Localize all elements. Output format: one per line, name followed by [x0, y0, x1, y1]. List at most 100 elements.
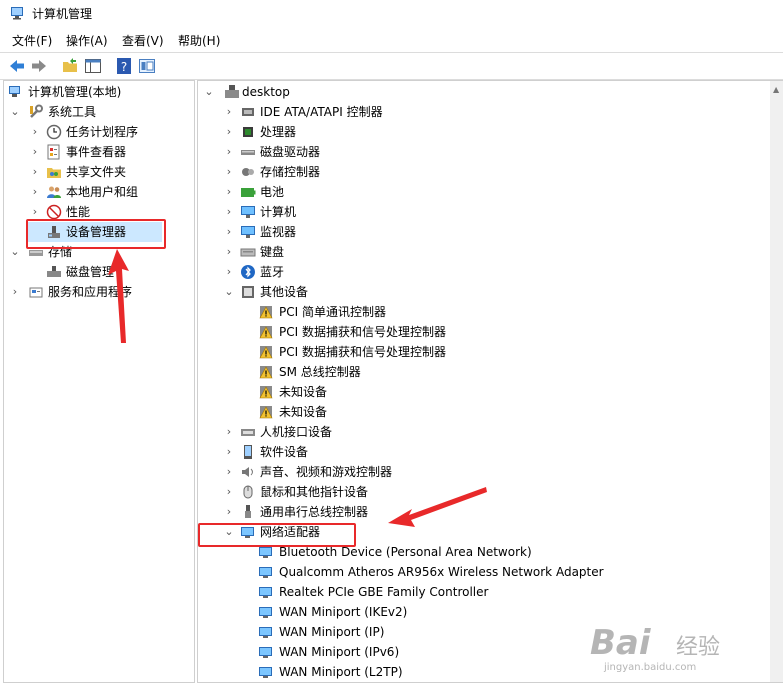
- chevron-right-icon[interactable]: ›: [30, 162, 40, 182]
- chevron-right-icon[interactable]: ›: [224, 502, 234, 522]
- performance-icon: [46, 204, 62, 220]
- category-processor[interactable]: › 处理器: [198, 122, 768, 142]
- software-device-icon: [244, 445, 252, 459]
- network-adapter-icon: [259, 647, 272, 658]
- network-adapter-icon: [259, 667, 272, 678]
- chevron-right-icon[interactable]: ›: [224, 222, 234, 242]
- tree-root-computer-management[interactable]: 计算机管理(本地): [4, 82, 192, 102]
- window-title: 计算机管理: [32, 7, 93, 21]
- battery-icon: [241, 188, 256, 197]
- chevron-right-icon[interactable]: ›: [224, 262, 234, 282]
- chevron-down-icon[interactable]: ⌄: [10, 102, 20, 122]
- monitor-icon: [241, 226, 255, 238]
- bluetooth-icon: [241, 265, 255, 279]
- usb-icon: [245, 505, 251, 518]
- chevron-right-icon[interactable]: ›: [224, 462, 234, 482]
- device-tree-root[interactable]: ⌄ desktop: [198, 82, 768, 102]
- speaker-icon: [242, 467, 253, 477]
- watermark-logo: Bai: [590, 623, 651, 663]
- processor-icon: [243, 127, 253, 137]
- disk-drive-icon: [241, 150, 255, 155]
- chevron-right-icon[interactable]: ›: [30, 182, 40, 202]
- chevron-right-icon[interactable]: ›: [224, 442, 234, 462]
- computer-icon: [241, 206, 255, 218]
- disk-management-icon: [47, 266, 61, 277]
- back-arrow-icon[interactable]: [8, 57, 26, 75]
- properties-pane-icon[interactable]: [138, 57, 156, 75]
- category-computer[interactable]: › 计算机: [198, 202, 768, 222]
- tree-item-event-viewer[interactable]: › 事件查看器: [4, 142, 192, 162]
- chevron-right-icon[interactable]: ›: [224, 202, 234, 222]
- computer-management-icon: [11, 7, 23, 20]
- chevron-down-icon[interactable]: ⌄: [224, 282, 234, 302]
- chevron-right-icon[interactable]: ›: [224, 242, 234, 262]
- network-adapter-icon: [259, 627, 272, 638]
- annotation-arrow-left: [388, 487, 487, 527]
- category-sound-video-game[interactable]: › 声音、视频和游戏控制器: [198, 462, 768, 482]
- device-item[interactable]: 未知设备: [198, 382, 768, 402]
- annotation-highlight-network-adapters: [198, 523, 356, 547]
- category-ide-controller[interactable]: › IDE ATA/ATAPI 控制器: [198, 102, 768, 122]
- clock-icon: [46, 124, 62, 140]
- annotation-arrow-up: [108, 249, 129, 343]
- chevron-right-icon[interactable]: ›: [30, 122, 40, 142]
- network-adapter-item[interactable]: WAN Miniport (IKEv2): [198, 602, 768, 622]
- chevron-right-icon[interactable]: ›: [224, 162, 234, 182]
- vertical-scrollbar[interactable]: ▲: [770, 81, 783, 682]
- keyboard-icon: [240, 248, 256, 257]
- scroll-up-icon[interactable]: ▲: [773, 85, 779, 94]
- event-viewer-icon: [47, 144, 60, 160]
- services-icon: [29, 287, 43, 298]
- category-hid[interactable]: › 人机接口设备: [198, 422, 768, 442]
- network-adapter-item[interactable]: Realtek PCIe GBE Family Controller: [198, 582, 768, 602]
- chevron-down-icon[interactable]: ⌄: [10, 242, 20, 262]
- forward-arrow-icon[interactable]: [30, 57, 48, 75]
- menu-file[interactable]: 文件(F): [12, 32, 52, 49]
- device-item[interactable]: 未知设备: [198, 402, 768, 422]
- tree-item-shared-folders[interactable]: › 共享文件夹: [4, 162, 192, 182]
- device-item[interactable]: SM 总线控制器: [198, 362, 768, 382]
- chevron-right-icon[interactable]: ›: [224, 422, 234, 442]
- tree-item-task-scheduler[interactable]: › 任务计划程序: [4, 122, 192, 142]
- menu-view[interactable]: 查看(V): [122, 32, 164, 49]
- device-item[interactable]: PCI 数据捕获和信号处理控制器: [198, 342, 768, 362]
- category-monitor[interactable]: › 监视器: [198, 222, 768, 242]
- tree-item-system-tools[interactable]: ⌄ 系统工具: [4, 102, 192, 122]
- network-adapter-icon: [259, 607, 272, 618]
- chevron-right-icon[interactable]: ›: [224, 102, 234, 122]
- category-other-devices[interactable]: ⌄ 其他设备: [198, 282, 768, 302]
- tools-icon: [30, 104, 43, 118]
- device-item[interactable]: PCI 数据捕获和信号处理控制器: [198, 322, 768, 342]
- warning-device-icon: [259, 326, 273, 339]
- other-devices-icon: [242, 286, 254, 298]
- menu-help[interactable]: 帮助(H): [178, 32, 220, 49]
- console-tree-pane: 计算机管理(本地) ⌄ 系统工具 › 任务计划程序 › 事件查看器 › 共享文件…: [3, 80, 195, 683]
- category-software-devices[interactable]: › 软件设备: [198, 442, 768, 462]
- chevron-right-icon[interactable]: ›: [224, 122, 234, 142]
- hid-icon: [241, 429, 255, 436]
- chevron-right-icon[interactable]: ›: [224, 142, 234, 162]
- category-keyboard[interactable]: › 键盘: [198, 242, 768, 262]
- category-bluetooth[interactable]: › 蓝牙: [198, 262, 768, 282]
- title-bar: 计算机管理: [0, 0, 783, 26]
- chevron-right-icon[interactable]: ›: [224, 482, 234, 502]
- network-adapter-item[interactable]: Qualcomm Atheros AR956x Wireless Network…: [198, 562, 768, 582]
- up-folder-icon[interactable]: [61, 57, 79, 75]
- show-hide-tree-icon[interactable]: [84, 57, 102, 75]
- chevron-right-icon[interactable]: ›: [30, 142, 40, 162]
- network-adapter-icon: [259, 567, 272, 578]
- tree-item-local-users-groups[interactable]: › 本地用户和组: [4, 182, 192, 202]
- help-icon[interactable]: ?: [115, 57, 133, 75]
- device-item[interactable]: PCI 简单通讯控制器: [198, 302, 768, 322]
- tree-item-disk-management[interactable]: 磁盘管理: [4, 262, 192, 282]
- menu-action[interactable]: 操作(A): [66, 32, 108, 49]
- computer-management-icon: [9, 86, 20, 97]
- category-disk-drive[interactable]: › 磁盘驱动器: [198, 142, 768, 162]
- chevron-down-icon[interactable]: ⌄: [204, 82, 214, 102]
- computer-icon: [225, 85, 239, 98]
- chevron-right-icon[interactable]: ›: [224, 182, 234, 202]
- category-storage-controller[interactable]: › 存储控制器: [198, 162, 768, 182]
- category-battery[interactable]: › 电池: [198, 182, 768, 202]
- tree-item-services-applications[interactable]: › 服务和应用程序: [4, 282, 192, 302]
- chevron-right-icon[interactable]: ›: [10, 282, 20, 302]
